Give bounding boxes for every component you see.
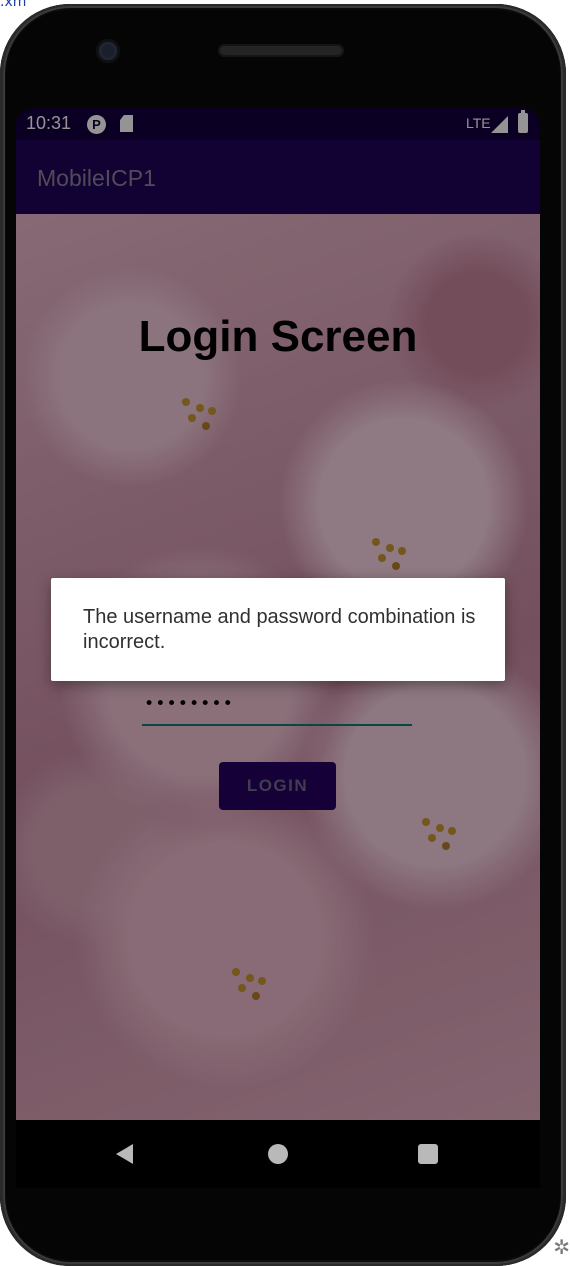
front-camera-icon <box>99 42 117 60</box>
home-icon[interactable] <box>268 1144 288 1164</box>
dialog-message: The username and password combination is… <box>83 606 476 653</box>
device-screen: 10:31 P LTE MobileICP1 Login Screen ••••… <box>16 108 540 1120</box>
editor-filename-fragment: .xm <box>0 0 27 10</box>
back-icon[interactable] <box>116 1144 133 1164</box>
phone-frame: 10:31 P LTE MobileICP1 Login Screen ••••… <box>0 4 566 1266</box>
earpiece-speaker <box>218 44 344 57</box>
settings-gear-icon: ✲ <box>553 1237 570 1259</box>
error-dialog: The username and password combination is… <box>51 578 505 681</box>
navigation-bar <box>16 1120 540 1188</box>
recents-icon[interactable] <box>418 1144 438 1164</box>
